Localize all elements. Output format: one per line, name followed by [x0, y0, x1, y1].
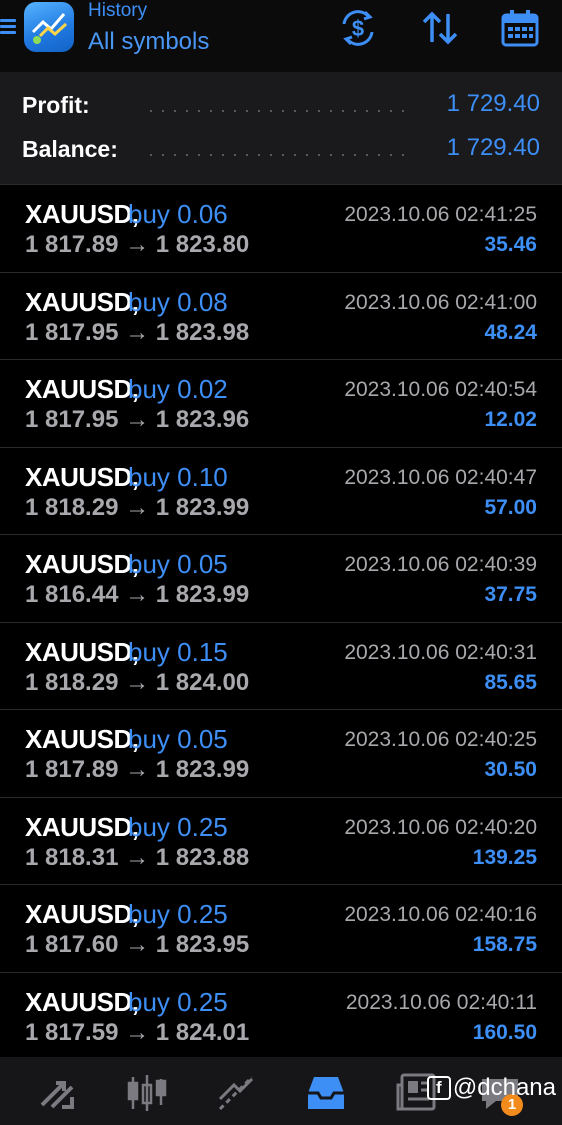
deal-symbol: XAUUSD, [25, 899, 139, 929]
deal-symbol: XAUUSD, [25, 374, 139, 404]
deal-profit: 48.24 [484, 320, 537, 344]
deal-time: 2023.10.06 02:40:25 [344, 728, 537, 751]
app-logo [24, 2, 74, 52]
deal-profit: 158.75 [472, 933, 537, 956]
profit-row: Profit: 1 729.40 [0, 86, 562, 126]
deal-profit: 35.46 [484, 233, 537, 256]
leader-dots [150, 110, 412, 112]
chart-icon[interactable] [125, 1071, 169, 1115]
deal-type: buy 0.15 [128, 636, 228, 667]
balance-row: Balance: 1 729.40 [0, 130, 562, 170]
deal-row[interactable]: XAUUSD, buy 0.25 1 818.31 → 1 823.88 202… [0, 798, 562, 885]
calendar-icon[interactable] [500, 8, 540, 48]
deal-time: 2023.10.06 02:40:54 [344, 378, 537, 401]
deal-row[interactable]: XAUUSD, buy 0.02 1 817.95 → 1 823.96 202… [0, 360, 562, 448]
header-title[interactable]: All symbols [88, 28, 209, 56]
deal-row[interactable]: XAUUSD, buy 0.05 1 816.44 → 1 823.99 202… [0, 535, 562, 623]
deal-type: buy 0.06 [128, 199, 228, 229]
deal-time: 2023.10.06 02:40:20 [344, 815, 537, 839]
deal-symbol: XAUUSD, [25, 199, 139, 229]
deal-prices: 1 818.29 → 1 823.99 [25, 493, 250, 521]
deal-prices: 1 817.95 → 1 823.96 [25, 406, 250, 433]
deal-type: buy 0.25 [128, 811, 228, 842]
history-icon[interactable] [304, 1071, 348, 1115]
deal-row[interactable]: XAUUSD, buy 0.06 1 817.89 → 1 823.80 202… [0, 185, 562, 273]
summary-panel: Profit: 1 729.40 Balance: 1 729.40 [0, 72, 562, 185]
deal-symbol: XAUUSD, [25, 461, 139, 492]
deal-profit: 139.25 [472, 845, 537, 869]
deal-symbol: XAUUSD, [25, 636, 139, 667]
deal-time: 2023.10.06 02:40:11 [345, 990, 537, 1014]
watermark-text: @dchana [452, 1074, 556, 1101]
leader-dots [150, 154, 412, 156]
deal-type: buy 0.02 [128, 374, 228, 404]
deal-profit: 85.65 [484, 670, 537, 694]
profit-label: Profit: [22, 92, 90, 118]
app-header: History All symbols $ [0, 0, 562, 72]
deal-time: 2023.10.06 02:40:31 [344, 640, 537, 664]
profit-value: 1 729.40 [446, 90, 540, 117]
deal-type: buy 0.25 [128, 986, 228, 1017]
trade-icon[interactable] [214, 1071, 258, 1115]
deal-symbol: XAUUSD, [25, 811, 139, 842]
deal-type: buy 0.08 [128, 286, 228, 317]
currency-exchange-icon[interactable]: $ [338, 8, 378, 48]
deal-prices: 1 817.59 → 1 824.01 [25, 1018, 250, 1046]
menu-icon[interactable] [0, 16, 16, 40]
svg-text:$: $ [352, 16, 364, 41]
balance-value: 1 729.40 [446, 134, 540, 161]
deal-type: buy 0.10 [128, 461, 228, 492]
deal-time: 2023.10.06 02:41:25 [344, 203, 537, 226]
deal-prices: 1 817.89 → 1 823.80 [25, 231, 250, 258]
header-subtitle: History [88, 0, 148, 21]
watermark: f @dchana [426, 1074, 556, 1102]
deal-row[interactable]: XAUUSD, buy 0.10 1 818.29 → 1 823.99 202… [0, 448, 562, 535]
deal-profit: 160.50 [472, 1020, 537, 1044]
deal-symbol: XAUUSD, [25, 286, 139, 317]
deals-list: XAUUSD, buy 0.06 1 817.89 → 1 823.80 202… [0, 185, 562, 1060]
deal-prices: 1 818.31 → 1 823.88 [25, 843, 250, 871]
deal-profit: 12.02 [484, 408, 537, 431]
deal-profit: 57.00 [484, 495, 537, 519]
deal-row[interactable]: XAUUSD, buy 0.25 1 817.59 → 1 824.01 202… [0, 973, 562, 1060]
deal-time: 2023.10.06 02:41:00 [344, 290, 537, 314]
deal-type: buy 0.05 [128, 724, 228, 754]
deal-prices: 1 817.60 → 1 823.95 [25, 931, 250, 958]
deal-prices: 1 816.44 → 1 823.99 [25, 581, 250, 608]
quotes-icon[interactable] [36, 1071, 80, 1115]
deal-type: buy 0.25 [128, 899, 228, 929]
deal-prices: 1 817.95 → 1 823.98 [25, 318, 250, 346]
deal-profit: 30.50 [484, 758, 537, 781]
deal-time: 2023.10.06 02:40:39 [344, 553, 537, 576]
deal-profit: 37.75 [484, 583, 537, 606]
deal-time: 2023.10.06 02:40:16 [344, 903, 537, 926]
balance-label: Balance: [22, 136, 118, 162]
deal-type: buy 0.05 [128, 549, 228, 579]
facebook-icon: f [426, 1076, 451, 1100]
deal-symbol: XAUUSD, [25, 549, 139, 579]
deal-row[interactable]: XAUUSD, buy 0.05 1 817.89 → 1 823.99 202… [0, 710, 562, 798]
deal-prices: 1 817.89 → 1 823.99 [25, 756, 250, 783]
deal-time: 2023.10.06 02:40:47 [344, 465, 537, 489]
deal-row[interactable]: XAUUSD, buy 0.08 1 817.95 → 1 823.98 202… [0, 273, 562, 360]
deal-symbol: XAUUSD, [25, 986, 139, 1017]
deal-prices: 1 818.29 → 1 824.00 [25, 668, 250, 696]
deal-symbol: XAUUSD, [25, 724, 139, 754]
deal-row[interactable]: XAUUSD, buy 0.15 1 818.29 → 1 824.00 202… [0, 623, 562, 710]
sort-icon[interactable] [420, 8, 460, 48]
deal-row[interactable]: XAUUSD, buy 0.25 1 817.60 → 1 823.95 202… [0, 885, 562, 973]
